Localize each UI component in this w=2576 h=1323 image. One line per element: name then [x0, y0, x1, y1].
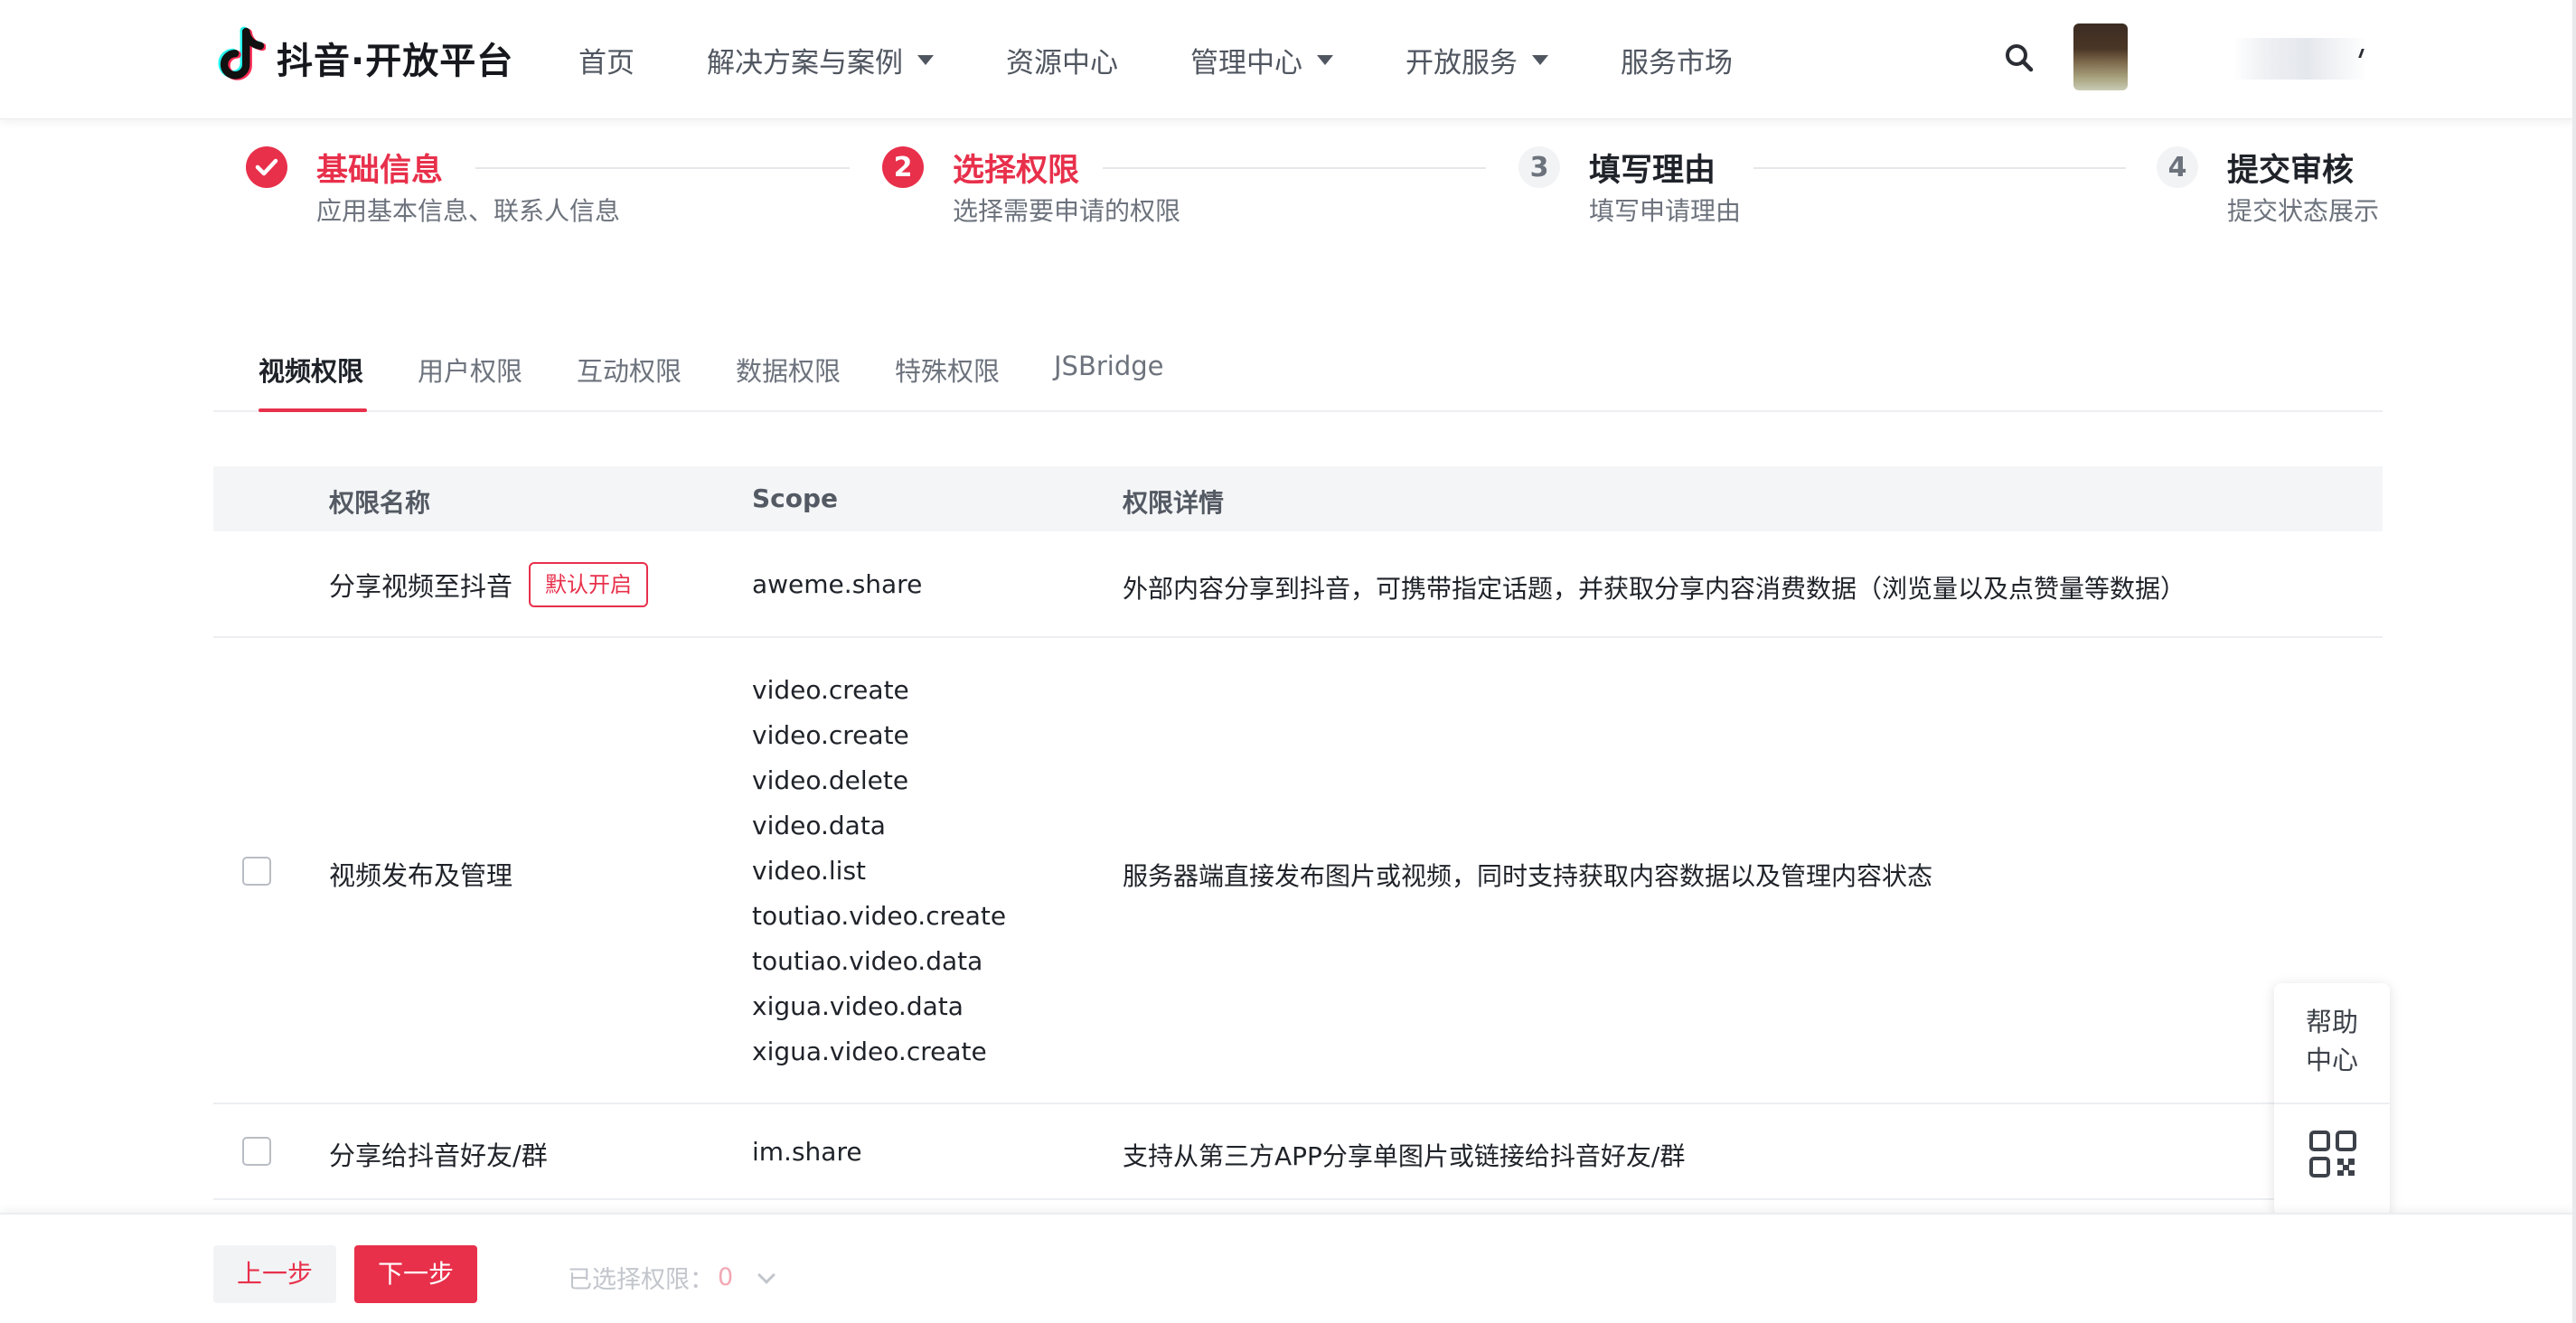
step-number: 4: [2157, 146, 2198, 188]
step-subtitle: 选择需要申请的权限: [953, 196, 1181, 226]
permission-detail: 服务器端直接发布图片或视频，同时支持获取内容数据以及管理内容状态: [1123, 861, 1933, 891]
permission-detail: 支持从第三方APP分享单图片或链接给抖音好友/群: [1123, 1141, 1686, 1171]
scope-value: xigua.video.create: [752, 1037, 987, 1066]
douyin-logo-icon: [218, 26, 266, 80]
table-row: 分享视频至抖音 默认开启 aweme.share 外部内容分享到抖音，可携带指定…: [213, 531, 2383, 638]
caret-down-icon: [1532, 54, 1548, 65]
nav-item-service-market[interactable]: 服务市场: [1621, 40, 1733, 80]
step-connector: [1753, 167, 2126, 169]
step-title: 选择权限: [953, 153, 1080, 189]
scope-value: toutiao.video.data: [752, 946, 983, 976]
permission-name-cell: 视频发布及管理: [329, 855, 512, 893]
nav-item-label: 服务市场: [1621, 46, 1733, 80]
progress-steps: 基础信息 应用基本信息、联系人信息 2 选择权限 选择需要申请的权限 3 填写理…: [0, 136, 2576, 235]
permission-checkbox[interactable]: [242, 1137, 271, 1166]
nav-item-management[interactable]: 管理中心: [1190, 40, 1333, 80]
step-number: 2: [882, 146, 924, 188]
caret-down-icon: [1317, 54, 1333, 65]
tab-user-permissions[interactable]: 用户权限: [418, 351, 522, 389]
permissions-table: 权限名称 Scope 权限详情 分享视频至抖音 默认开启 aweme.share…: [213, 466, 2383, 1200]
scope-value: video.delete: [752, 765, 909, 795]
divider: [2274, 1102, 2390, 1104]
nav-item-label: 开放服务: [1406, 46, 1518, 80]
table-header: 权限名称 Scope 权限详情: [213, 466, 2383, 531]
qr-code-icon[interactable]: [2308, 1130, 2357, 1178]
tab-video-permissions[interactable]: 视频权限: [259, 351, 363, 389]
scope-value: toutiao.video.create: [752, 901, 1007, 931]
step-status: [246, 146, 287, 188]
brand-name: 抖音·开放平台: [277, 41, 514, 82]
nav-item-resources[interactable]: 资源中心: [1006, 40, 1118, 80]
tab-jsbridge[interactable]: JSBridge: [1054, 351, 1164, 381]
scope-value: xigua.video.data: [752, 991, 964, 1021]
window-edge: [2572, 0, 2576, 1323]
scope-value: aweme.share: [752, 569, 923, 599]
scope-value: video.create: [752, 720, 909, 750]
caret-down-icon: [917, 54, 934, 65]
nav-item-label: 管理中心: [1190, 46, 1302, 80]
user-name-blurred[interactable]: [2233, 38, 2368, 80]
selected-permissions-toggle[interactable]: 已选择权限： 0: [568, 1260, 776, 1295]
check-icon: [255, 158, 278, 176]
scope-cell: video.create video.create video.delete v…: [752, 668, 1006, 1074]
permission-name: 视频发布及管理: [329, 860, 513, 891]
help-label-line1: 帮助: [2305, 1007, 2358, 1037]
column-header-detail: 权限详情: [1123, 488, 1225, 518]
chevron-down-icon: [757, 1265, 776, 1284]
previous-step-button[interactable]: 上一步: [213, 1245, 337, 1303]
scope-value: im.share: [752, 1137, 862, 1167]
help-center-widget[interactable]: 帮助 中心: [2274, 983, 2390, 1216]
step-title: 填写理由: [1589, 153, 1716, 189]
active-tab-indicator: [259, 408, 367, 412]
scope-value: video.data: [752, 811, 886, 840]
main-nav: 首页 解决方案与案例 资源中心 管理中心 开放服务 服务市场: [578, 0, 1805, 119]
user-avatar[interactable]: [2073, 23, 2128, 90]
step-subtitle: 提交状态展示: [2227, 196, 2380, 226]
scope-cell: aweme.share: [752, 569, 922, 599]
help-label-line2: 中心: [2305, 1045, 2358, 1075]
permission-name-cell: 分享视频至抖音 默认开启: [329, 562, 649, 607]
selected-count: 0: [718, 1263, 734, 1291]
column-header-name: 权限名称: [329, 488, 431, 518]
step-connector: [1103, 167, 1486, 169]
column-header-scope: Scope: [752, 483, 839, 513]
permission-checkbox[interactable]: [242, 857, 271, 886]
top-navbar: 抖音·开放平台 首页 解决方案与案例 资源中心 管理中心 开放服务 服务市场: [0, 0, 2576, 119]
table-row: 分享给抖音好友/群 im.share 支持从第三方APP分享单图片或链接给抖音好…: [213, 1104, 2383, 1200]
selected-label: 已选择权限：: [568, 1266, 714, 1294]
step-subtitle: 填写申请理由: [1589, 196, 1742, 226]
permission-tabs: 视频权限 用户权限 互动权限 数据权限 特殊权限 JSBridge: [213, 334, 2383, 412]
permission-name: 分享视频至抖音: [329, 571, 513, 602]
tab-interaction-permissions[interactable]: 互动权限: [577, 351, 682, 389]
permission-detail: 外部内容分享到抖音，可携带指定话题，并获取分享内容消费数据（浏览量以及点赞量等数…: [1123, 574, 2186, 604]
step-title: 提交审核: [2227, 153, 2355, 189]
scope-cell: im.share: [752, 1137, 862, 1167]
permission-name: 分享给抖音好友/群: [329, 1140, 548, 1171]
step-title: 基础信息: [316, 153, 444, 189]
tab-data-permissions[interactable]: 数据权限: [736, 351, 841, 389]
help-center-button[interactable]: 帮助 中心: [2274, 1003, 2390, 1079]
scope-value: video.create: [752, 675, 909, 705]
nav-item-home[interactable]: 首页: [578, 40, 635, 80]
tab-special-permissions[interactable]: 特殊权限: [895, 351, 1000, 389]
next-step-button[interactable]: 下一步: [354, 1245, 478, 1303]
step-subtitle: 应用基本信息、联系人信息: [316, 196, 621, 226]
default-enabled-badge: 默认开启: [529, 562, 649, 607]
page: 抖音·开放平台 首页 解决方案与案例 资源中心 管理中心 开放服务 服务市场 基…: [0, 0, 2576, 1323]
search-icon[interactable]: [2003, 42, 2035, 74]
nav-item-solutions[interactable]: 解决方案与案例: [707, 40, 934, 80]
permission-name-cell: 分享给抖音好友/群: [329, 1135, 548, 1173]
nav-item-label: 解决方案与案例: [707, 46, 903, 80]
nav-item-label: 首页: [578, 46, 635, 80]
nav-item-open-services[interactable]: 开放服务: [1406, 40, 1548, 80]
scope-value: video.list: [752, 856, 867, 886]
brand-logo[interactable]: 抖音·开放平台: [213, 23, 513, 92]
step-number: 3: [1518, 146, 1560, 188]
footer-action-bar: 上一步 下一步 已选择权限： 0: [0, 1213, 2576, 1323]
nav-item-label: 资源中心: [1006, 46, 1118, 80]
table-row: 视频发布及管理 video.create video.create video.…: [213, 638, 2383, 1104]
step-connector: [475, 167, 850, 169]
